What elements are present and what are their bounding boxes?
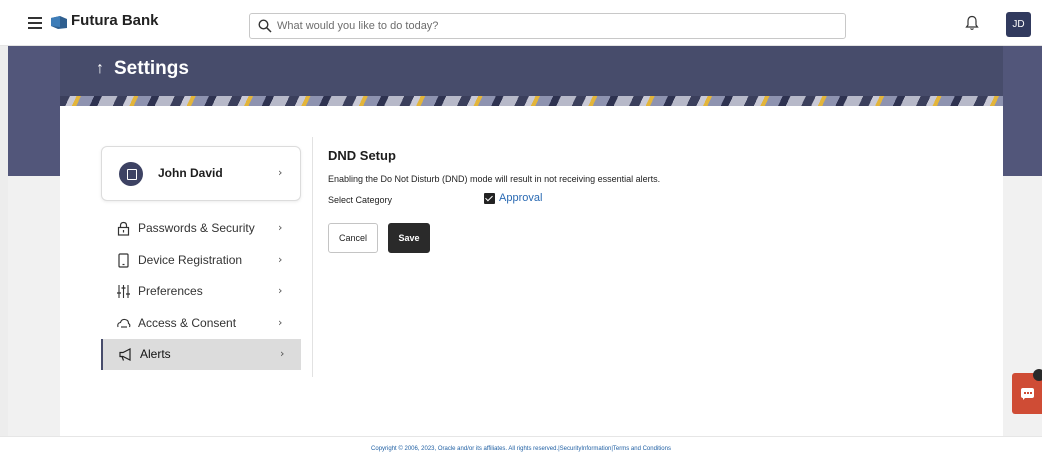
- user-avatar[interactable]: JD: [1006, 12, 1031, 37]
- vertical-divider: [312, 137, 313, 377]
- approval-checkbox[interactable]: [484, 192, 495, 204]
- cloud-access-icon: [117, 318, 131, 328]
- back-arrow-icon[interactable]: ↑: [96, 60, 104, 78]
- page-title-text: Settings: [114, 58, 189, 79]
- chat-dots: [1024, 392, 1032, 394]
- profile-name: John David: [158, 166, 223, 180]
- search-box[interactable]: [249, 13, 846, 39]
- save-button[interactable]: Save: [388, 223, 430, 253]
- menu-item-device-registration[interactable]: Device Registration ›: [101, 245, 301, 276]
- left-margin: [8, 176, 60, 436]
- hamburger-menu-icon[interactable]: [28, 17, 42, 29]
- menu-item-label: Alerts: [140, 347, 171, 361]
- footer-copyright[interactable]: Copyright © 2006, 2023, Oracle and/or it…: [0, 446, 1042, 452]
- profile-avatar-icon: [119, 162, 143, 186]
- menu-item-label: Access & Consent: [138, 316, 237, 330]
- dnd-setup-title: DND Setup: [328, 148, 396, 163]
- approval-checkbox-option[interactable]: Approval: [484, 192, 542, 204]
- banner-right-edge: [1003, 46, 1042, 176]
- chevron-right-icon: ›: [278, 166, 283, 179]
- lock-icon: [117, 221, 130, 236]
- menu-item-passwords-security[interactable]: Passwords & Security ›: [101, 213, 301, 244]
- menu-item-label: Preferences: [138, 284, 203, 298]
- megaphone-icon: [119, 348, 131, 361]
- menu-item-label: Passwords & Security: [138, 221, 255, 235]
- top-navigation-bar: Futura Bank JD: [0, 0, 1042, 46]
- approval-checkbox-label[interactable]: Approval: [499, 192, 542, 204]
- banner-pattern: [60, 96, 1003, 106]
- menu-item-access-consent[interactable]: Access & Consent ›: [101, 308, 301, 339]
- footer: Copyright © 2006, 2023, Oracle and/or it…: [0, 436, 1042, 467]
- profile-card[interactable]: John David ›: [101, 146, 301, 201]
- page-title: ↑ Settings: [96, 58, 189, 80]
- cancel-button[interactable]: Cancel: [328, 223, 378, 253]
- menu-item-label: Device Registration: [138, 253, 243, 267]
- chevron-right-icon: ›: [278, 316, 283, 329]
- menu-item-preferences[interactable]: Preferences ›: [101, 276, 301, 307]
- futura-bank-logo-icon: [51, 16, 67, 29]
- banner-left-edge: [8, 46, 60, 176]
- dnd-description: Enabling the Do Not Disturb (DND) mode w…: [328, 174, 661, 184]
- select-category-label: Select Category: [328, 195, 393, 205]
- device-icon: [118, 253, 129, 268]
- chevron-right-icon: ›: [278, 284, 283, 297]
- brand-name[interactable]: Futura Bank: [71, 12, 159, 29]
- chat-notification-badge: [1033, 369, 1042, 381]
- menu-item-alerts[interactable]: Alerts ›: [101, 339, 301, 370]
- sliders-icon: [117, 285, 130, 298]
- chevron-right-icon: ›: [280, 347, 285, 360]
- search-icon: [258, 19, 272, 33]
- chevron-right-icon: ›: [278, 253, 283, 266]
- chevron-right-icon: ›: [278, 221, 283, 234]
- search-input[interactable]: [277, 15, 837, 37]
- notification-bell-icon[interactable]: [965, 15, 979, 31]
